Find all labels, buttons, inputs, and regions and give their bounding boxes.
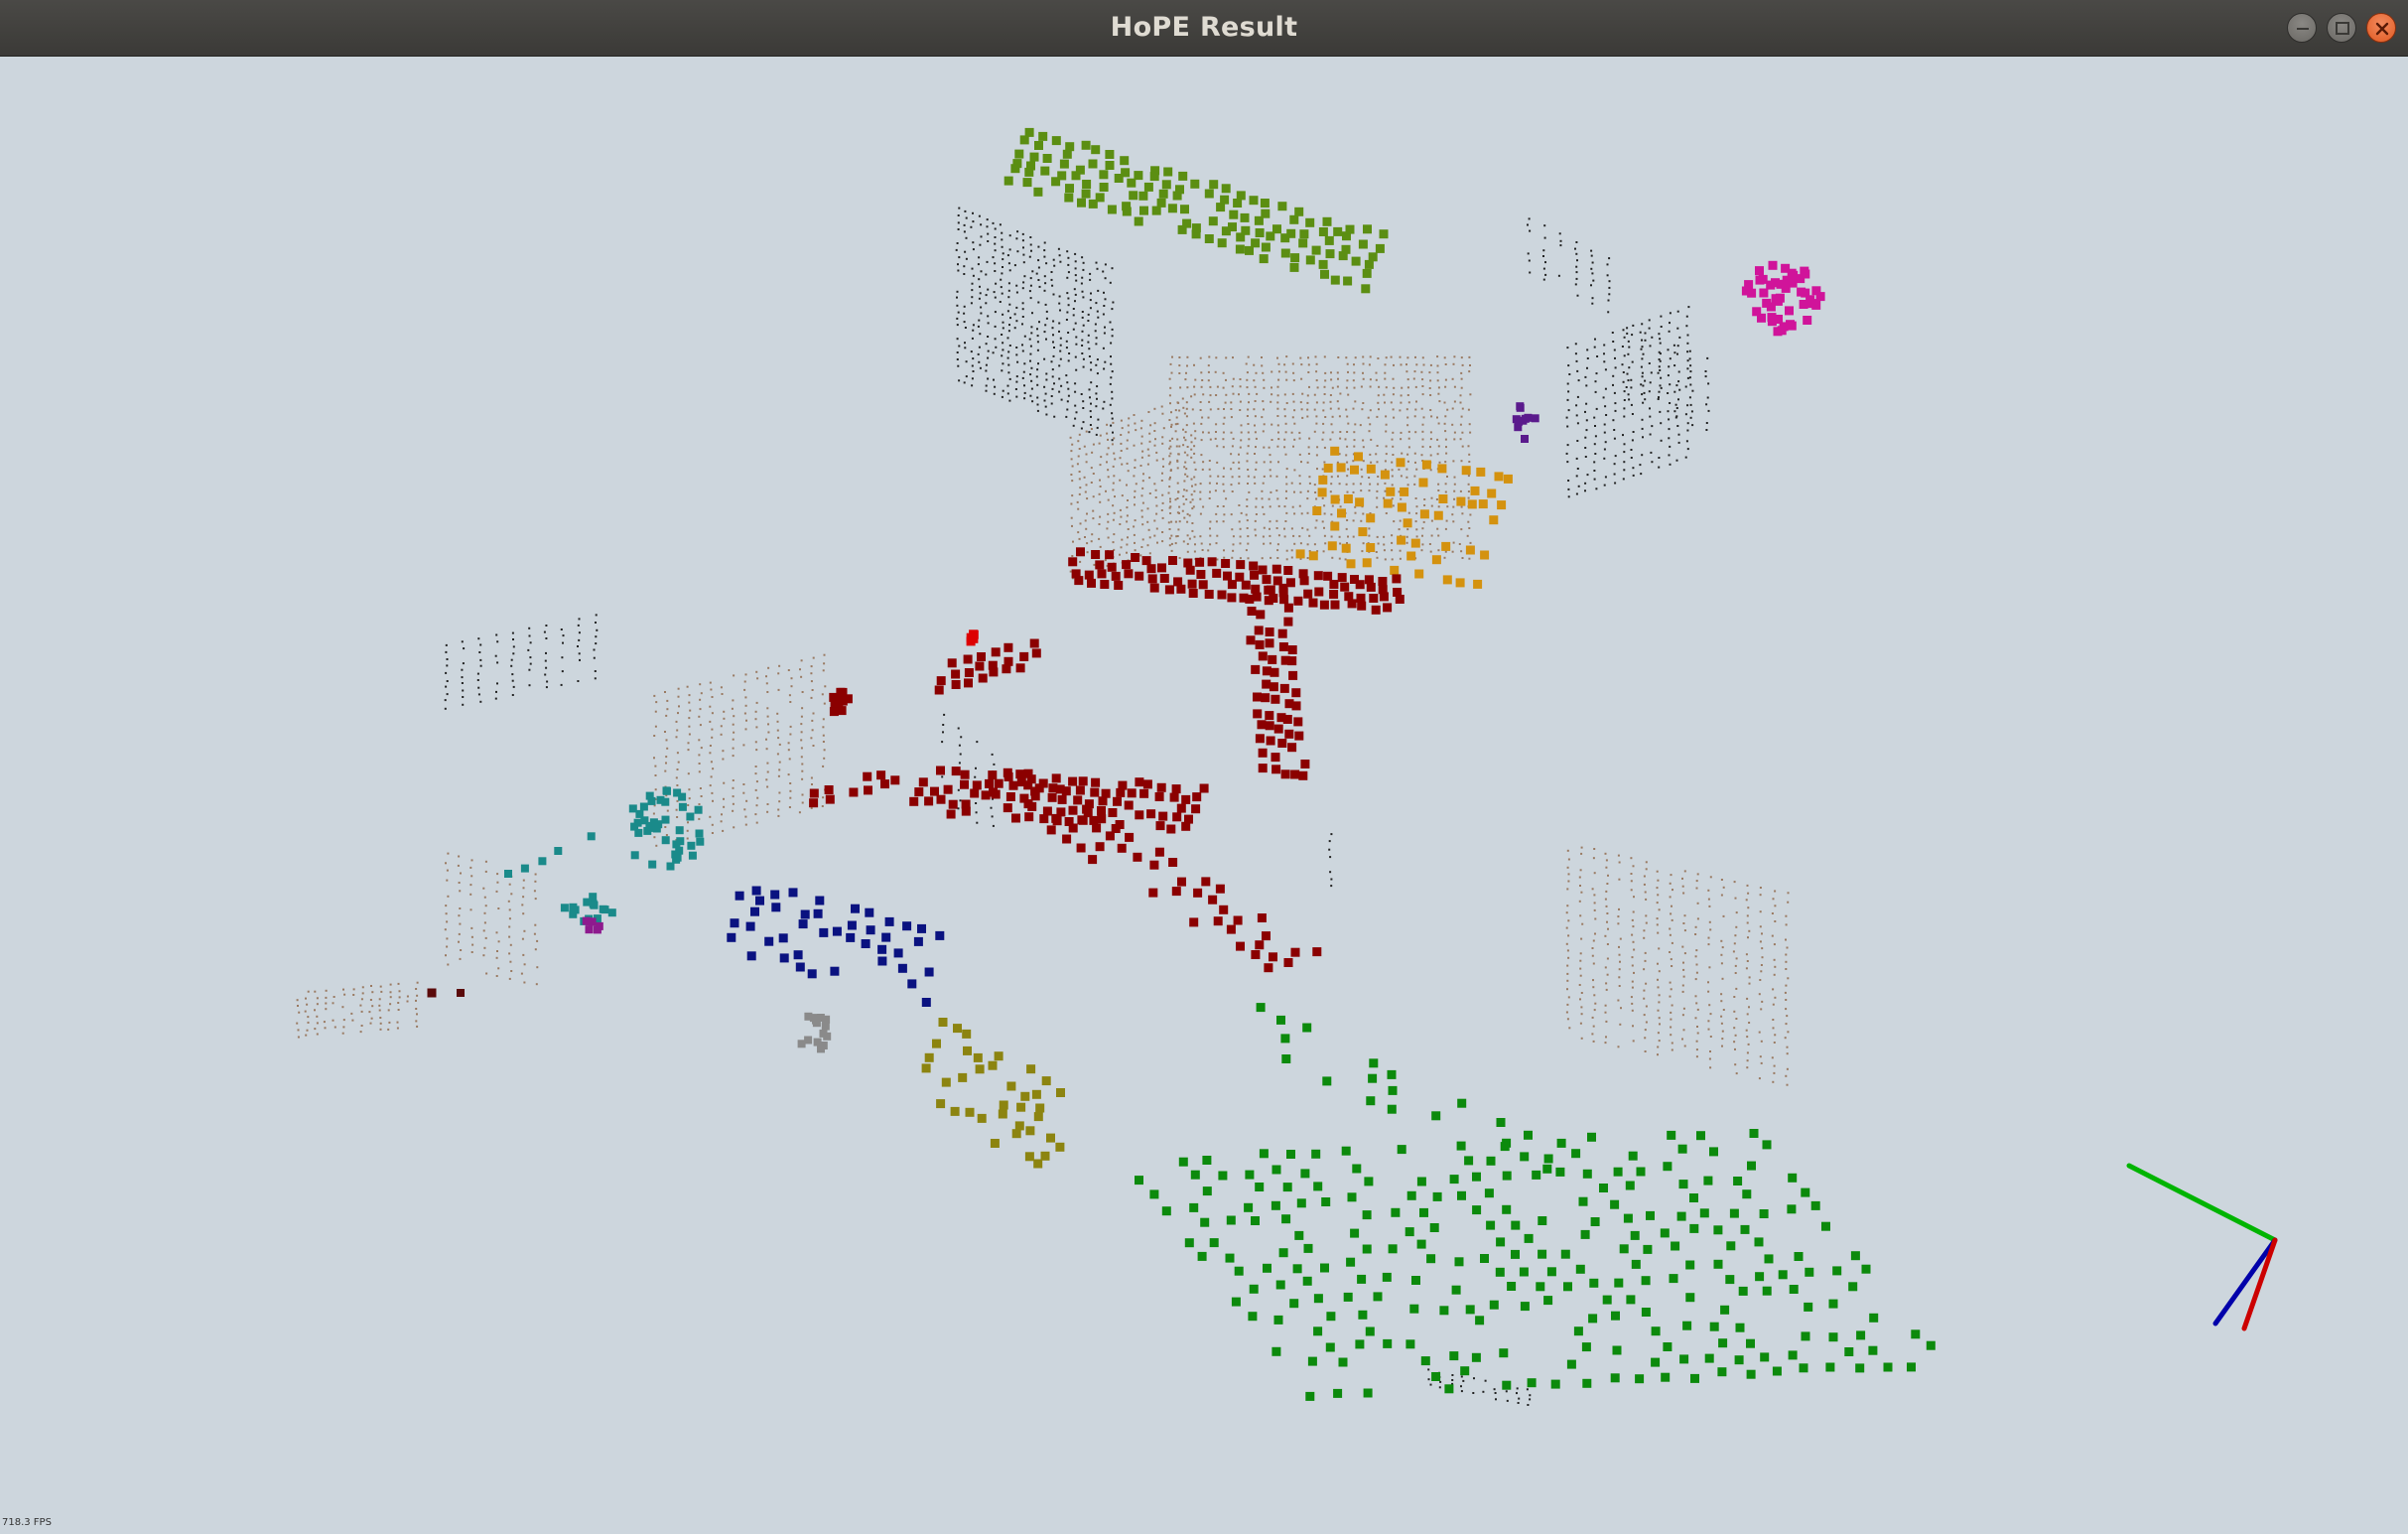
hope-result-window: HoPE Result 718.3 FPS bbox=[0, 0, 2408, 1534]
fps-counter: 718.3 FPS bbox=[2, 1517, 52, 1528]
x-axis-line bbox=[2241, 1237, 2278, 1331]
plane-magenta bbox=[1741, 260, 1825, 337]
plane-navy bbox=[727, 886, 945, 1007]
y-axis-line bbox=[2126, 1163, 2278, 1243]
plane-purple-small bbox=[1512, 402, 1539, 443]
minimize-icon bbox=[2297, 28, 2309, 30]
point-cloud-canvas[interactable] bbox=[0, 57, 2408, 1534]
plane-green-top bbox=[1003, 127, 1389, 294]
raw-point-cloud bbox=[296, 207, 1790, 1406]
z-axis-line bbox=[2212, 1237, 2278, 1326]
plane-olive bbox=[921, 1018, 1065, 1169]
plane-dark-red bbox=[809, 547, 1405, 973]
point-cloud-viewport[interactable] bbox=[0, 57, 2408, 1534]
coordinate-axes-icon bbox=[2126, 1163, 2278, 1331]
plane-red-small bbox=[966, 629, 979, 646]
plane-maroon-small bbox=[427, 988, 465, 998]
maximize-icon bbox=[2336, 22, 2349, 35]
plane-green-floor bbox=[1135, 1003, 1936, 1401]
plane-orange bbox=[1295, 446, 1513, 589]
minimize-button[interactable] bbox=[2287, 13, 2317, 43]
plane-gray bbox=[797, 1012, 832, 1053]
maximize-button[interactable] bbox=[2327, 13, 2356, 43]
title-bar[interactable]: HoPE Result bbox=[0, 0, 2408, 57]
window-title: HoPE Result bbox=[1110, 12, 1298, 43]
plane-teal bbox=[504, 786, 705, 925]
close-button[interactable] bbox=[2366, 13, 2396, 43]
close-icon bbox=[2375, 22, 2389, 36]
